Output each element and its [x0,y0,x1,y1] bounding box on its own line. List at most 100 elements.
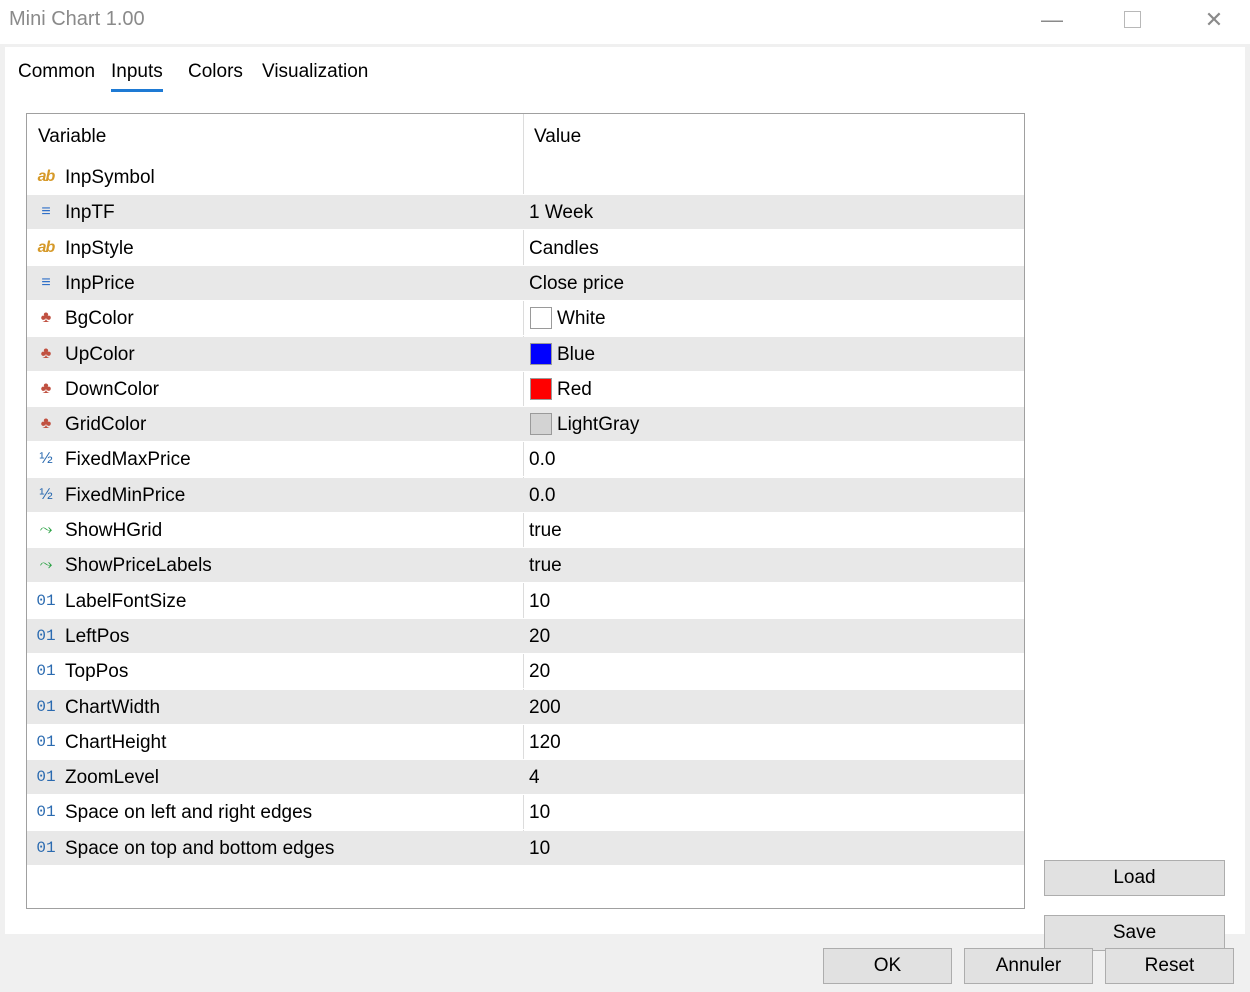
int-icon: 01 [36,732,56,751]
tab-colors[interactable]: Colors [188,61,243,83]
double-icon: ½ [39,450,53,468]
int-icon: 01 [36,768,56,787]
variable-name: InpSymbol [65,167,155,188]
variable-value[interactable]: 4 [529,767,540,789]
variable-value[interactable]: true [529,520,562,542]
table-row[interactable]: ab InpStyle Candles [27,231,1024,266]
int-icon: 01 [36,626,56,645]
table-row[interactable]: 01 Space on left and right edges 10 [27,795,1024,831]
variable-name: TopPos [65,661,129,683]
variable-value[interactable]: Close price [529,273,624,295]
minimize-button[interactable]: — [1022,0,1082,40]
string-icon: ab [37,238,56,256]
variable-value[interactable]: 200 [529,697,561,719]
variable-name: InpPrice [65,272,135,294]
grid-header: Variable Value [27,114,1024,160]
column-header-variable[interactable]: Variable [38,126,106,148]
variable-name: FixedMaxPrice [65,449,191,471]
table-row[interactable]: 01 LabelFontSize 10 [27,584,1024,619]
color-icon: ♣ [40,415,52,433]
table-row[interactable]: ♣ UpColor Blue [27,336,1024,372]
table-row[interactable]: 01 ChartHeight 120 [27,725,1024,760]
variable-value[interactable]: 10 [529,802,550,824]
window-title: Mini Chart 1.00 [9,8,145,30]
table-row[interactable]: ⤳ ShowHGrid true [27,513,1024,548]
bool-icon: ⤳ [39,521,53,538]
table-row[interactable]: ½ FixedMaxPrice 0.0 [27,442,1024,478]
int-icon: 01 [36,838,56,857]
table-row[interactable]: 01 Space on top and bottom edges 10 [27,830,1024,866]
tab-common[interactable]: Common [18,61,95,83]
tab-inputs[interactable]: Inputs [111,61,163,92]
table-row[interactable]: 01 LeftPos 20 [27,618,1024,654]
variable-name: InpTF [65,202,115,224]
variable-name: LeftPos [65,625,130,647]
variable-name: ShowHGrid [65,520,163,541]
variable-name: UpColor [65,343,135,365]
color-swatch[interactable] [530,377,552,400]
enum-icon: ≡ [41,273,51,291]
table-row[interactable]: ⤳ ShowPriceLabels true [27,548,1024,584]
variable-value[interactable]: White [557,308,606,330]
table-row[interactable]: ♣ BgColor White [27,301,1024,337]
variable-name: DownColor [65,378,159,400]
variable-name: ShowPriceLabels [65,555,212,577]
variable-name: Space on top and bottom edges [65,837,335,859]
table-row[interactable]: ≡ InpTF 1 Week [27,195,1024,231]
inputs-grid: Variable Value ab InpSymbol ≡ InpTF 1 Week ab… [26,113,1025,909]
int-icon: 01 [36,591,56,610]
table-row[interactable]: ≡ InpPrice Close price [27,265,1024,301]
title-bar: Mini Chart 1.00 — ✕ [0,0,1250,44]
enum-icon: ≡ [41,203,51,221]
variable-value[interactable]: 20 [529,661,550,683]
variable-value[interactable]: Red [557,379,592,401]
table-row[interactable]: ½ FixedMinPrice 0.0 [27,477,1024,513]
color-swatch[interactable] [530,413,552,436]
variable-name: GridColor [65,414,147,436]
variable-value[interactable]: 10 [529,838,550,860]
column-header-value[interactable]: Value [534,126,581,148]
close-button[interactable]: ✕ [1184,0,1244,40]
cancel-button[interactable]: Annuler [964,948,1093,984]
color-swatch[interactable] [530,307,552,330]
variable-name: LabelFontSize [65,590,187,612]
color-icon: ♣ [40,309,52,327]
variable-value[interactable]: Blue [557,344,595,366]
color-swatch[interactable] [530,342,552,365]
variable-value[interactable]: true [529,555,562,577]
string-icon: ab [37,168,56,185]
bool-icon: ⤳ [39,556,53,574]
variable-value[interactable]: Candles [529,238,599,260]
table-row[interactable]: 01 ChartWidth 200 [27,689,1024,725]
table-row[interactable]: 01 ZoomLevel 4 [27,760,1024,796]
variable-value[interactable]: 1 Week [529,202,593,224]
maximize-button[interactable] [1102,0,1162,40]
save-button[interactable]: Save [1044,915,1225,951]
load-button[interactable]: Load [1044,860,1225,896]
int-icon: 01 [36,803,56,822]
ok-button[interactable]: OK [823,948,952,984]
variable-value[interactable]: 0.0 [529,485,555,507]
reset-button[interactable]: Reset [1105,948,1234,984]
double-icon: ½ [39,485,53,503]
int-icon: 01 [36,662,56,681]
variable-value[interactable]: 10 [529,591,550,613]
table-row[interactable]: ♣ GridColor LightGray [27,407,1024,443]
color-icon: ♣ [40,344,52,362]
color-icon: ♣ [40,379,52,397]
variable-name: ZoomLevel [65,767,159,789]
dialog-body: Common Inputs Colors Visualization Varia… [5,47,1245,951]
table-row[interactable]: ab InpSymbol [27,160,1024,195]
variable-value[interactable]: LightGray [557,414,639,436]
int-icon: 01 [36,697,56,716]
tab-visualization[interactable]: Visualization [262,61,368,83]
table-row[interactable]: ♣ DownColor Red [27,372,1024,407]
variable-name: InpStyle [65,237,134,259]
variable-value[interactable]: 120 [529,732,561,754]
variable-name: BgColor [65,308,134,330]
variable-value[interactable]: 0.0 [529,449,555,471]
variable-name: FixedMinPrice [65,484,186,506]
variable-value[interactable]: 20 [529,626,550,648]
table-row[interactable]: 01 TopPos 20 [27,654,1024,690]
variable-name: ChartWidth [65,696,161,718]
